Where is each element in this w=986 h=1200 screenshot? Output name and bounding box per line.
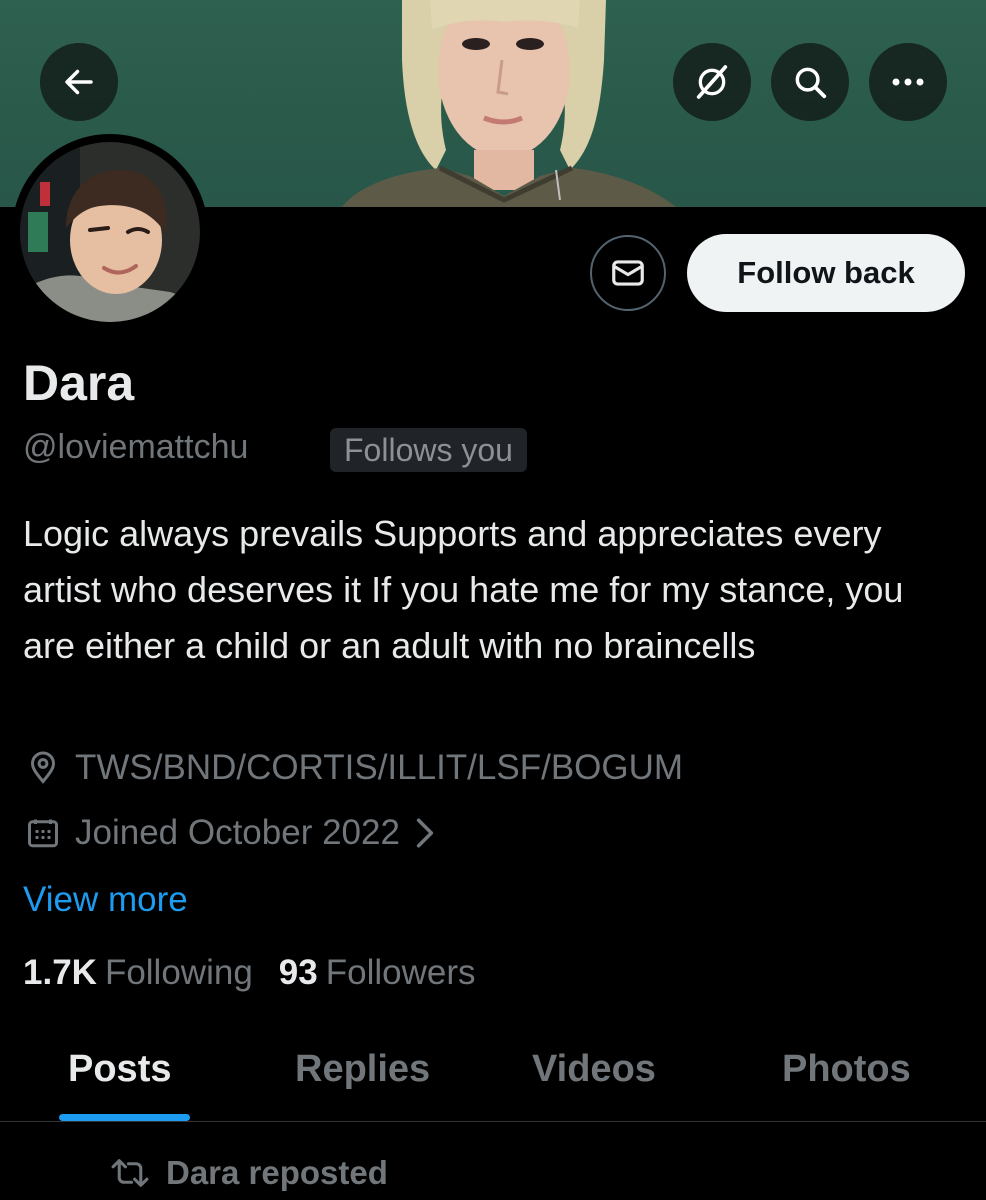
tabs-divider [0,1121,986,1122]
location-text: TWS/BND/CORTIS/ILLIT/LSF/BOGUM [75,748,684,787]
profile-tabs: Posts Replies Videos Photos [0,1030,986,1122]
tab-photos[interactable]: Photos [782,1048,911,1091]
active-tab-indicator [59,1114,190,1121]
repost-icon [110,1156,150,1190]
location-pin-icon [23,748,63,788]
calendar-icon [23,813,63,853]
search-button[interactable] [771,43,849,121]
profile-bio: Logic always prevails Supports and appre… [23,513,904,666]
search-icon [795,67,827,99]
message-button[interactable] [590,235,666,311]
following-label: Following [104,953,253,992]
followers-count: 93 [278,953,318,992]
avatar-photo [20,142,200,322]
profile-location: TWS/BND/CORTIS/ILLIT/LSF/BOGUM [23,748,683,788]
follow-back-button[interactable]: Follow back [687,234,965,312]
envelope-icon [612,260,644,286]
profile-name: Dara [23,355,135,411]
profile-handle: @loviemattchu [23,428,249,466]
chevron-right-icon [414,817,436,849]
tab-replies[interactable]: Replies [295,1048,430,1091]
follow-stats: 1.7K Following 93 Followers [23,953,476,993]
following-link[interactable]: 1.7K Following [23,953,253,993]
repost-text: Dara reposted [166,1154,388,1191]
tab-videos[interactable]: Videos [532,1048,656,1091]
follows-you-badge: Follows you [330,428,527,472]
more-button[interactable] [869,43,947,121]
grok-button[interactable] [673,43,751,121]
tab-posts[interactable]: Posts [68,1048,171,1091]
view-more-link[interactable]: View more [23,880,188,920]
joined-text: Joined October 2022 [75,813,400,852]
profile-joined[interactable]: Joined October 2022 [23,813,436,853]
back-button[interactable] [40,43,118,121]
more-icon [892,78,924,86]
followers-link[interactable]: 93 Followers [279,953,476,993]
following-count: 1.7K [23,953,97,992]
grok-icon [696,65,728,99]
profile-page: Follow back Dara @loviemattchu Follows y… [0,0,986,1200]
repost-context[interactable]: Dara reposted [110,1154,388,1192]
avatar[interactable] [12,134,208,330]
arrow-left-icon [65,69,93,95]
followers-label: Followers [325,953,476,992]
